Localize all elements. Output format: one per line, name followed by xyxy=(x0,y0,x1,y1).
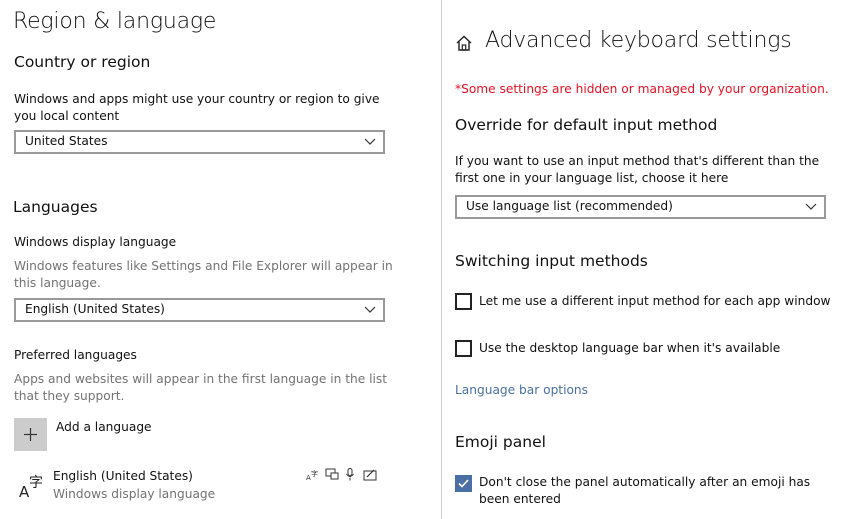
language-list-item[interactable]: A 字 English (United States) Windows disp… xyxy=(14,465,394,505)
override-description: If you want to use an input method that'… xyxy=(455,154,820,185)
speech-display-icon xyxy=(325,468,339,480)
input-method-dropdown[interactable]: Use language list (recommended) xyxy=(455,195,826,219)
language-pack-icon: A 字 xyxy=(306,469,318,481)
display-language-description: Windows features like Settings and File … xyxy=(14,259,393,290)
emoji-panel-label[interactable]: Don't close the panel automatically afte… xyxy=(479,474,819,508)
plus-icon xyxy=(24,428,37,441)
svg-text:字: 字 xyxy=(29,475,43,491)
country-heading: Country or region xyxy=(14,53,151,71)
per-app-input-label[interactable]: Let me use a different input method for … xyxy=(479,294,831,308)
microphone-icon xyxy=(346,468,354,481)
override-heading: Override for default input method xyxy=(455,116,718,134)
country-description: Windows and apps might use your country … xyxy=(14,92,380,123)
emoji-panel-checkbox[interactable] xyxy=(455,475,472,492)
per-app-input-checkbox[interactable] xyxy=(455,293,472,310)
svg-text:字: 字 xyxy=(311,469,318,478)
country-dropdown-value: United States xyxy=(25,134,108,148)
language-sub: Windows display language xyxy=(53,487,216,501)
chevron-down-icon xyxy=(364,306,376,313)
preferred-languages-description: Apps and websites will appear in the fir… xyxy=(14,372,387,403)
managed-notice: *Some settings are hidden or managed by … xyxy=(455,82,829,96)
right-page-title: Advanced keyboard settings xyxy=(485,28,792,53)
language-bar-options-link[interactable]: Language bar options xyxy=(455,383,588,397)
pane-divider xyxy=(441,0,442,519)
desktop-language-bar-checkbox[interactable] xyxy=(455,340,472,357)
display-language-value: English (United States) xyxy=(25,302,165,316)
page-title: Region & language xyxy=(13,9,217,34)
languages-heading: Languages xyxy=(13,198,98,216)
input-method-value: Use language list (recommended) xyxy=(466,199,673,213)
country-dropdown[interactable]: United States xyxy=(14,130,385,154)
display-language-label: Windows display language xyxy=(14,235,177,249)
language-name: English (United States) xyxy=(53,469,193,483)
home-icon[interactable] xyxy=(455,34,473,52)
chevron-down-icon xyxy=(805,203,817,210)
checkmark-icon xyxy=(458,479,469,488)
emoji-heading: Emoji panel xyxy=(455,433,546,451)
switching-heading: Switching input methods xyxy=(455,252,648,270)
chevron-down-icon xyxy=(364,138,376,145)
preferred-languages-label: Preferred languages xyxy=(14,348,137,362)
desktop-language-bar-label[interactable]: Use the desktop language bar when it's a… xyxy=(479,341,780,355)
add-language-button[interactable] xyxy=(14,418,47,451)
display-language-dropdown[interactable]: English (United States) xyxy=(14,298,385,322)
add-language-label[interactable]: Add a language xyxy=(56,420,152,434)
handwriting-icon xyxy=(363,469,377,481)
language-icon: A 字 xyxy=(19,475,43,501)
